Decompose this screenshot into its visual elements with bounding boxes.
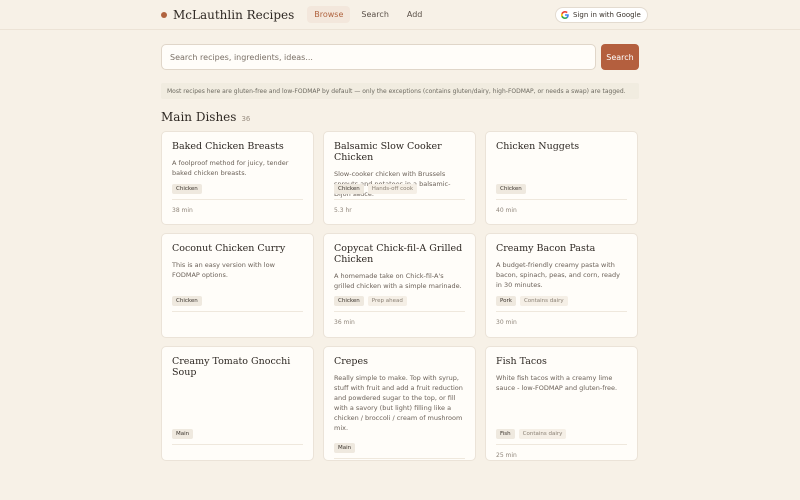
card-divider xyxy=(172,311,303,312)
recipe-tag: Chicken xyxy=(172,296,202,306)
nav-add[interactable]: Add xyxy=(400,6,430,23)
recipe-tag: Chicken xyxy=(334,184,364,194)
recipe-tag: Chicken xyxy=(334,296,364,306)
recipe-time: 30 min xyxy=(496,319,517,326)
recipe-tag: Chicken xyxy=(496,184,526,194)
recipe-tag: Chicken xyxy=(172,184,202,194)
recipe-tags: Fish Contains dairy xyxy=(496,429,570,439)
section-title: Main Dishes xyxy=(161,110,237,124)
recipe-tag: Contains dairy xyxy=(519,296,568,306)
recipe-card[interactable]: Coconut Chicken Curry This is an easy ver… xyxy=(161,233,314,338)
recipe-description: A homemade take on Chick-fil-A's grilled… xyxy=(334,272,462,290)
recipe-tags: Main xyxy=(172,429,197,439)
section-count: 36 xyxy=(241,115,251,123)
recipe-tag: Main xyxy=(172,429,194,439)
recipe-tag: Pork xyxy=(496,296,516,306)
recipe-card[interactable]: Fish Tacos White fish tacos with a creamy… xyxy=(485,346,638,461)
recipe-title[interactable]: Creamy Bacon Pasta xyxy=(496,243,627,254)
card-divider xyxy=(334,311,465,312)
recipe-time: 40 min xyxy=(496,207,517,214)
recipe-tags: Chicken xyxy=(172,296,206,306)
recipe-description: A budget-friendly creamy pasta with baco… xyxy=(496,261,620,289)
recipe-title[interactable]: Chicken Nuggets xyxy=(496,141,627,152)
recipe-tags: Chicken xyxy=(496,184,530,194)
recipe-card[interactable]: Balsamic Slow Cooker Chicken Slow-cooker … xyxy=(323,131,476,225)
recipe-time: 38 min xyxy=(172,207,193,214)
google-signin-button[interactable]: Sign in with Google xyxy=(555,7,648,23)
recipe-tags: Main xyxy=(334,443,359,453)
search-bar: Search xyxy=(161,44,639,70)
recipe-tag: Hands-off cook xyxy=(367,184,418,194)
recipe-tag: Fish xyxy=(496,429,515,439)
card-divider xyxy=(172,199,303,200)
recipe-title[interactable]: Crepes xyxy=(334,356,465,367)
brand-name[interactable]: McLauthlin Recipes xyxy=(173,8,294,22)
recipe-card[interactable]: Copycat Chick-fil-A Grilled Chicken A hom… xyxy=(323,233,476,338)
info-notice: Most recipes here are gluten-free and lo… xyxy=(161,83,639,99)
signin-label: Sign in with Google xyxy=(573,11,641,19)
card-divider xyxy=(172,444,303,445)
recipe-description: Really simple to make. Top with syrup, s… xyxy=(334,374,463,432)
recipe-card[interactable]: Creamy Bacon Pasta A budget-friendly crea… xyxy=(485,233,638,338)
recipe-tags: Chicken Prep ahead xyxy=(334,296,411,306)
card-divider xyxy=(496,444,627,445)
brand-dot-icon xyxy=(161,11,167,18)
recipe-tag: Main xyxy=(334,443,356,453)
recipe-title[interactable]: Coconut Chicken Curry xyxy=(172,243,303,254)
recipe-title[interactable]: Baked Chicken Breasts xyxy=(172,141,303,152)
recipe-time: 25 min xyxy=(496,452,517,459)
recipe-time: 5.3 hr xyxy=(334,207,352,214)
google-icon xyxy=(561,11,569,19)
recipe-description: This is an easy version with low FODMAP … xyxy=(172,261,275,279)
recipe-title[interactable]: Balsamic Slow Cooker Chicken xyxy=(334,141,465,163)
recipe-tags: Pork Contains dairy xyxy=(496,296,572,306)
recipe-title[interactable]: Creamy Tomato Gnocchi Soup xyxy=(172,356,303,378)
card-divider xyxy=(496,199,627,200)
section-header: Main Dishes 36 xyxy=(161,110,250,124)
recipe-title[interactable]: Copycat Chick-fil-A Grilled Chicken xyxy=(334,243,465,265)
main-nav: Browse Search Add xyxy=(307,6,433,23)
recipe-description: A foolproof method for juicy, tender bak… xyxy=(172,159,289,177)
recipe-card[interactable]: Creamy Tomato Gnocchi Soup Main xyxy=(161,346,314,461)
recipe-tag: Prep ahead xyxy=(367,296,407,306)
card-divider xyxy=(334,458,465,459)
recipe-title[interactable]: Fish Tacos xyxy=(496,356,627,367)
recipe-card[interactable]: Chicken Nuggets Chicken 40 min xyxy=(485,131,638,225)
recipe-time: 36 min xyxy=(334,319,355,326)
recipe-card[interactable]: Crepes Really simple to make. Top with sy… xyxy=(323,346,476,461)
recipe-tags: Chicken xyxy=(172,184,206,194)
search-input[interactable] xyxy=(161,44,596,70)
nav-search[interactable]: Search xyxy=(354,6,395,23)
card-divider xyxy=(496,311,627,312)
card-divider xyxy=(334,199,465,200)
recipe-tags: Chicken Hands-off cook xyxy=(334,184,421,194)
brand[interactable]: McLauthlin Recipes xyxy=(161,8,294,22)
recipe-tag: Contains dairy xyxy=(518,429,567,439)
search-button[interactable]: Search xyxy=(601,44,639,70)
nav-browse[interactable]: Browse xyxy=(307,6,351,23)
top-nav-bar: McLauthlin Recipes Browse Search Add Sig… xyxy=(0,0,800,30)
recipe-description: White fish tacos with a creamy lime sauc… xyxy=(496,374,618,392)
recipe-card[interactable]: Baked Chicken Breasts A foolproof method … xyxy=(161,131,314,225)
